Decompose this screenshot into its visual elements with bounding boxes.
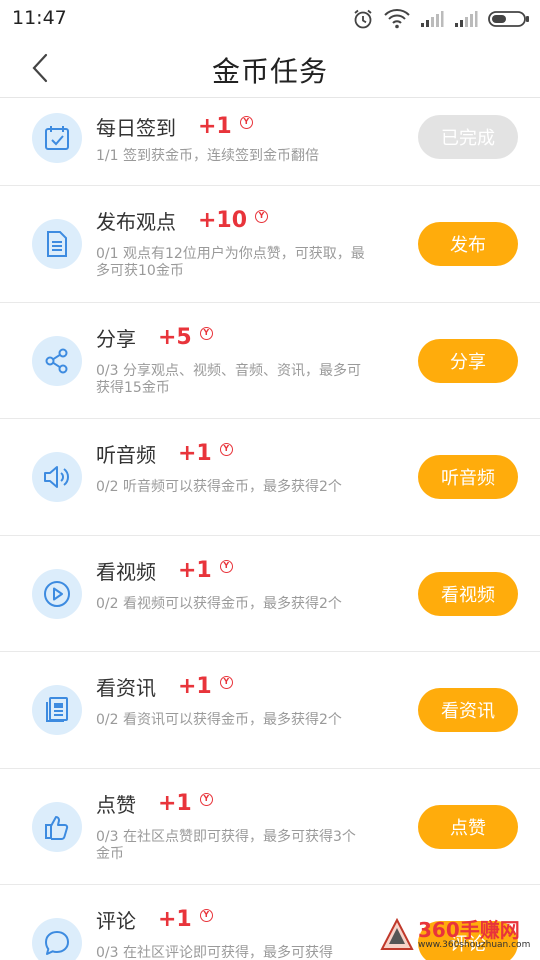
task-title-row: 分享 +5 Y	[96, 323, 213, 352]
task-name: 评论	[96, 909, 136, 933]
task-name: 看视频	[96, 559, 156, 584]
watermark-logo-icon	[380, 918, 414, 950]
news-icon	[32, 685, 82, 735]
signal-icon-2	[454, 10, 478, 28]
task-name: 每日签到	[96, 116, 176, 140]
wifi-icon	[384, 9, 410, 29]
document-icon	[32, 219, 82, 269]
coin-icon: Y	[199, 909, 213, 922]
coin-icon: Y	[219, 443, 233, 456]
share-icon	[32, 335, 82, 386]
status-bar: 11:47	[0, 0, 540, 38]
task-name: 发布观点	[96, 210, 176, 234]
task-name: 点赞	[96, 792, 136, 817]
task-reward: +1	[178, 441, 212, 466]
status-time: 11:47	[12, 7, 67, 29]
watermark-title: 360手赚网	[418, 918, 520, 942]
completed-button[interactable]: 已完成	[418, 115, 518, 159]
battery-icon	[488, 10, 530, 28]
task-title-row: 点赞 +1 Y	[96, 789, 213, 818]
task-item-daily-checkin: 每日签到 +1 Y 1/1 签到获金币，连续签到金币翻倍 已完成	[0, 98, 540, 186]
watermark-url: www.360shouzhuan.com	[418, 940, 531, 950]
task-reward: +1	[198, 114, 232, 139]
task-item-share: 分享 +5 Y 0/3 分享观点、视频、音频、资讯，最多可获得15金币 分享	[0, 303, 540, 419]
task-description: 0/2 看资讯可以获得金币，最多获得2个	[96, 712, 342, 728]
task-description: 0/3 在社区评论即可获得，最多可获得	[96, 945, 333, 960]
task-title-row: 发布观点 +10 Y	[96, 206, 269, 235]
coin-icon: Y	[199, 792, 213, 806]
coin-icon: Y	[239, 116, 253, 129]
coin-icon: Y	[255, 210, 269, 223]
task-title-row: 看资讯 +1 Y	[96, 672, 233, 701]
task-reward: +1	[158, 907, 192, 932]
task-title-row: 评论 +1 Y	[96, 905, 213, 934]
like-button[interactable]: 点赞	[418, 804, 518, 849]
watermark: 360手赚网 www.360shouzhuan.com	[380, 916, 530, 956]
task-description: 0/3 分享观点、视频、音频、资讯，最多可获得15金币	[96, 362, 361, 396]
task-title-row: 听音频 +1 Y	[96, 439, 233, 468]
signal-icon-1	[420, 10, 444, 28]
task-reward: +5	[158, 324, 192, 350]
status-icons	[352, 7, 530, 31]
task-title-row: 看视频 +1 Y	[96, 556, 233, 585]
task-item-like: 点赞 +1 Y 0/3 在社区点赞即可获得，最多可获得3个金币 点赞	[0, 769, 540, 885]
task-item-read-news: 看资讯 +1 Y 0/2 看资讯可以获得金币，最多获得2个 看资讯	[0, 652, 540, 769]
read-news-button[interactable]: 看资讯	[418, 688, 518, 732]
coin-icon: Y	[219, 559, 233, 573]
task-title-row: 每日签到 +1 Y	[96, 112, 253, 141]
play-icon	[32, 568, 82, 619]
task-description: 1/1 签到获金币，连续签到金币翻倍	[96, 148, 319, 164]
task-description: 0/2 听音频可以获得金币，最多获得2个	[96, 479, 342, 495]
alarm-icon	[352, 8, 374, 30]
watch-video-button[interactable]: 看视频	[418, 571, 518, 616]
coin-icon: Y	[219, 676, 233, 689]
task-item-watch-video: 看视频 +1 Y 0/2 看视频可以获得金币，最多获得2个 看视频	[0, 536, 540, 652]
task-reward: +1	[178, 674, 212, 699]
coin-icon: Y	[199, 326, 213, 340]
task-reward: +10	[198, 208, 248, 233]
task-item-publish: 发布观点 +10 Y 0/1 观点有12位用户为你点赞，可获取，最多可获10金币…	[0, 186, 540, 303]
comment-icon	[32, 918, 82, 960]
task-description: 0/2 看视频可以获得金币，最多获得2个	[96, 595, 342, 612]
task-description: 0/3 在社区点赞即可获得，最多可获得3个金币	[96, 828, 356, 862]
nav-bar: 金币任务	[0, 38, 540, 98]
page-title: 金币任务	[211, 55, 328, 88]
task-item-listen-audio: 听音频 +1 Y 0/2 听音频可以获得金币，最多获得2个 听音频	[0, 419, 540, 536]
thumbs-up-icon	[32, 801, 82, 852]
task-name: 看资讯	[96, 676, 156, 700]
task-list[interactable]: 每日签到 +1 Y 1/1 签到获金币，连续签到金币翻倍 已完成 发布观点 +1…	[0, 98, 540, 960]
task-reward: +1	[158, 790, 192, 816]
listen-audio-button[interactable]: 听音频	[418, 455, 518, 499]
share-button[interactable]: 分享	[418, 338, 518, 383]
task-name: 听音频	[96, 443, 156, 467]
task-name: 分享	[96, 326, 136, 351]
publish-button[interactable]: 发布	[418, 222, 518, 266]
calendar-check-icon	[32, 113, 82, 163]
task-description: 0/1 观点有12位用户为你点赞，可获取，最多可获10金币	[96, 246, 365, 279]
task-reward: +1	[178, 557, 212, 583]
speaker-icon	[32, 452, 82, 502]
